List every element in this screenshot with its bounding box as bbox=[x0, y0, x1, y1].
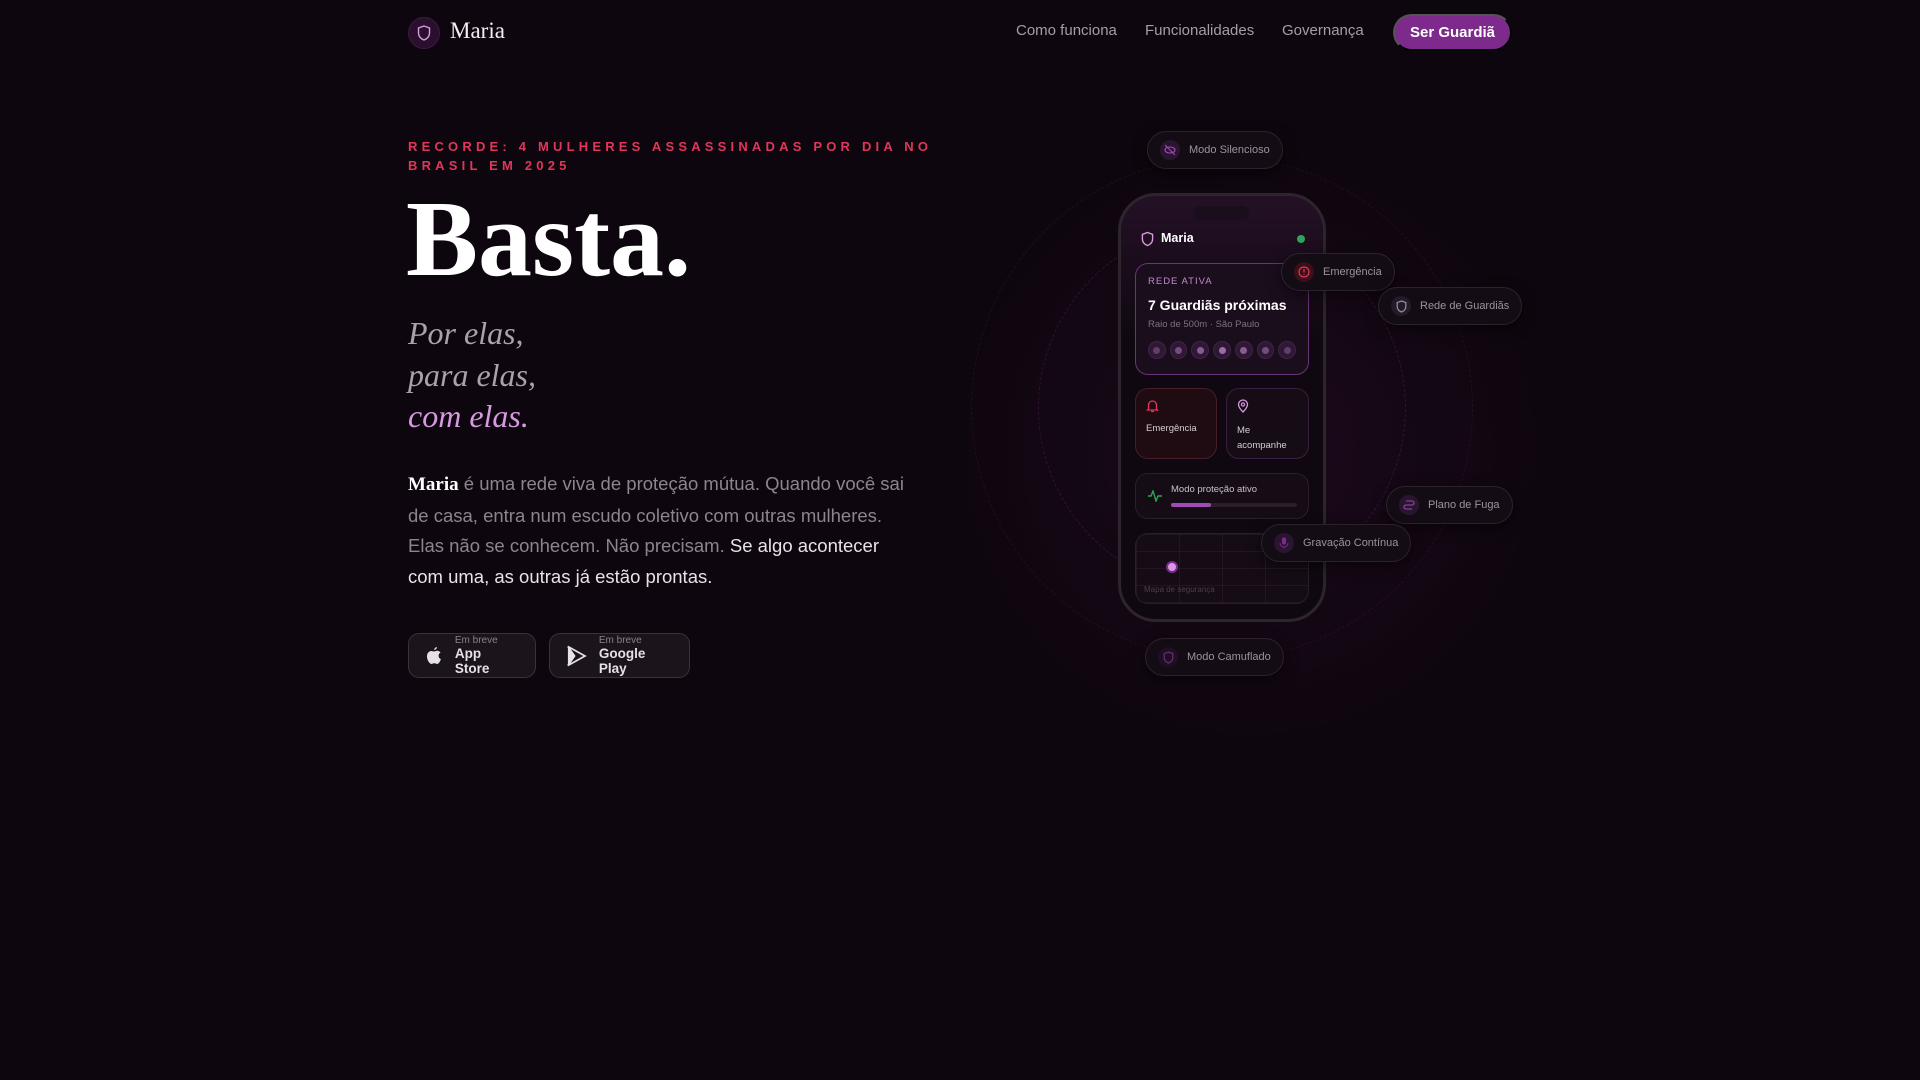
activity-icon bbox=[1148, 490, 1162, 502]
tagline-line: para elas, bbox=[408, 356, 536, 393]
protection-label: Modo proteção ativo bbox=[1171, 484, 1258, 495]
action-label: Me acompanhe bbox=[1237, 425, 1287, 451]
guardian-dot bbox=[1213, 341, 1231, 359]
feature-modo-silencioso: Modo Silencioso bbox=[1147, 131, 1283, 169]
route-icon bbox=[1399, 495, 1419, 515]
nav-como-funciona[interactable]: Como funciona bbox=[1016, 22, 1117, 39]
guardian-dot bbox=[1278, 341, 1297, 359]
microphone-icon bbox=[1274, 533, 1294, 553]
follow-me-action[interactable]: Me acompanhe bbox=[1226, 388, 1309, 459]
feature-label: Modo Silencioso bbox=[1189, 144, 1270, 156]
feature-label: Modo Camuflado bbox=[1187, 651, 1271, 663]
action-label: Emergência bbox=[1146, 423, 1197, 434]
play-icon bbox=[567, 645, 587, 666]
guardian-dot bbox=[1148, 341, 1166, 359]
feature-modo-camuflado: Modo Camuflado bbox=[1145, 638, 1284, 676]
protection-progress bbox=[1171, 503, 1297, 507]
guardian-dot bbox=[1234, 341, 1253, 359]
alert-circle-icon bbox=[1294, 262, 1314, 282]
feature-emergencia: Emergência bbox=[1281, 253, 1395, 291]
tagline-line-highlight: com elas. bbox=[408, 398, 529, 434]
shield-icon bbox=[1391, 296, 1411, 316]
feature-label: Gravação Contínua bbox=[1303, 537, 1399, 549]
guardian-dots bbox=[1148, 341, 1297, 359]
store-name: Google Play bbox=[598, 646, 646, 676]
nav-funcionalidades[interactable]: Funcionalidades bbox=[1145, 22, 1254, 39]
shield-icon bbox=[417, 25, 431, 41]
store-name: App Store bbox=[454, 646, 490, 676]
hero-title: Basta. bbox=[406, 180, 692, 299]
guardian-dot bbox=[1191, 341, 1210, 359]
feature-label: Plano de Fuga bbox=[1428, 499, 1500, 511]
map-label: Mapa de segurança bbox=[1144, 585, 1215, 594]
hero-description: Maria é uma rede viva de proteção mútua.… bbox=[408, 469, 918, 592]
guardian-dot bbox=[1256, 341, 1275, 359]
shield-icon bbox=[1158, 647, 1178, 667]
feature-plano-de-fuga: Plano de Fuga bbox=[1386, 486, 1513, 524]
tagline-line: Por elas, bbox=[408, 315, 524, 351]
guardian-dot bbox=[1169, 341, 1188, 359]
location-marker bbox=[1166, 561, 1178, 573]
network-label: REDE ATIVA bbox=[1148, 276, 1213, 287]
feature-rede-de-guardias: Rede de Guardiãs bbox=[1378, 287, 1523, 325]
brand-name[interactable]: Maria bbox=[450, 18, 505, 44]
shield-icon bbox=[1141, 231, 1154, 247]
tagline: Por elas, para elas, com elas. bbox=[408, 313, 536, 438]
logo-badge[interactable] bbox=[408, 17, 440, 49]
protection-mode-card[interactable]: Modo proteção ativo bbox=[1135, 473, 1309, 519]
phone-notch bbox=[1194, 206, 1249, 220]
store-availability: Em breve bbox=[454, 635, 498, 646]
protection-progress-fill bbox=[1171, 503, 1212, 507]
apple-icon bbox=[426, 646, 441, 664]
nav-governanca[interactable]: Governança bbox=[1282, 22, 1364, 39]
ser-guardia-button[interactable]: Ser Guardiã bbox=[1393, 14, 1512, 51]
store-availability: Em breve bbox=[598, 635, 642, 646]
network-subtitle: Raio de 500m · São Paulo bbox=[1148, 319, 1260, 330]
feature-label: Rede de Guardiãs bbox=[1420, 300, 1510, 312]
phone-app-name: Maria bbox=[1161, 231, 1194, 245]
network-title: 7 Guardiãs próximas bbox=[1148, 297, 1287, 313]
emergency-action[interactable]: Emergência bbox=[1135, 388, 1217, 459]
bell-icon bbox=[1145, 400, 1160, 413]
feature-gravacao-continua: Gravação Contínua bbox=[1261, 524, 1412, 562]
online-status-dot bbox=[1297, 235, 1305, 243]
app-store-button[interactable]: Em breve App Store bbox=[408, 633, 536, 678]
map-pin-icon bbox=[1237, 399, 1249, 413]
google-play-button[interactable]: Em breve Google Play bbox=[549, 633, 690, 678]
para-brand: Maria bbox=[408, 474, 459, 495]
feature-label: Emergência bbox=[1323, 266, 1382, 278]
eye-off-icon bbox=[1160, 140, 1180, 160]
eyebrow-stat: RECORDE: 4 MULHERES ASSASSINADAS POR DIA… bbox=[408, 139, 933, 173]
